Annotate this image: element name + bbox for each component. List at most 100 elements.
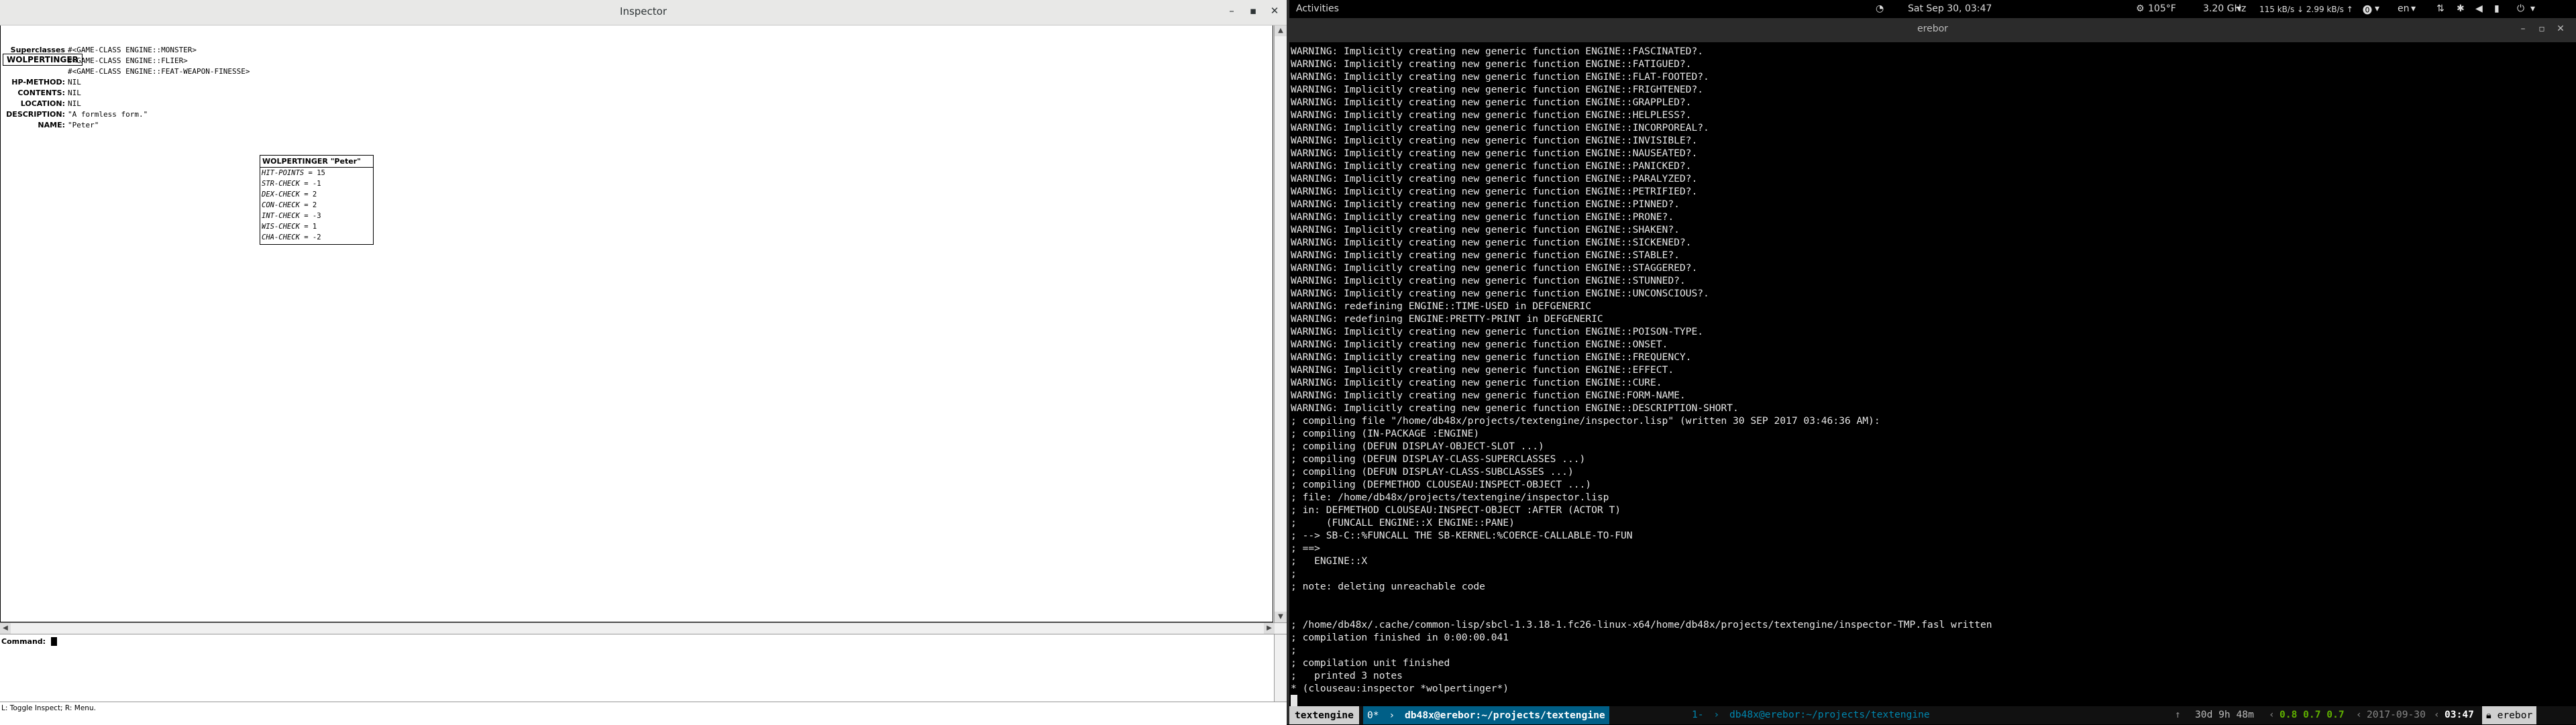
stat-row[interactable]: INT-CHECK = -3 [260,211,373,221]
stat-key: DEX-CHECK [262,190,300,199]
slot-value[interactable]: NIL [68,88,81,99]
slot-description: DESCRIPTION: [1,109,65,120]
tmux-status-bar: textengine 0* › db48x@erebor:~/projects/… [1289,706,2576,724]
terminal-line: WARNING: Implicitly creating new generic… [1291,211,1674,223]
slot-value[interactable]: "A formless form." [68,109,148,120]
terminal-line: WARNING: Implicitly creating new generic… [1291,148,1698,159]
slot-hp-method: HP-METHOD: [1,77,65,88]
slot-value[interactable]: NIL [68,99,81,109]
stat-value: = -3 [304,212,321,220]
inspector-window-title: Inspector [620,5,667,17]
object-stats-popup[interactable]: WOLPERTINGER "Peter" HIT-POINTS = 15 STR… [260,155,374,245]
scroll-right-icon[interactable]: ▶ [1264,623,1275,634]
terminal-line: WARNING: Implicitly creating new generic… [1291,109,1692,121]
terminal-line: WARNING: Implicitly creating new generic… [1291,173,1698,184]
minimize-icon[interactable]: – [1225,5,1238,17]
language-indicator[interactable]: en [2398,3,2410,14]
network-icon[interactable]: ⇅ [2436,3,2445,14]
tmux-window-1[interactable]: 1- › db48x@erebor:~/projects/textengine [1692,709,1930,720]
slot-value[interactable]: "Peter" [68,120,99,131]
terminal-line: WARNING: Implicitly creating new generic… [1291,122,1709,133]
terminal-line: ; /home/db48x/.cache/common-lisp/sbcl-1.… [1291,619,1992,630]
date-time[interactable]: Sat Sep 30, 03:47 [1908,3,1992,14]
slot-key: DESCRIPTION: [6,110,65,119]
stat-key: WIS-CHECK [262,223,300,231]
close-icon[interactable]: ✕ [2555,23,2567,34]
slot-superclasses: Superclasses [1,45,65,56]
inspector-window: Inspector – ▪ ✕ WOLPERTINGER Superclasse… [0,0,1287,725]
stat-row[interactable]: STR-CHECK = -1 [260,178,373,189]
battery-icon[interactable]: ▮ [2494,3,2500,14]
terminal-cursor [1291,695,1297,706]
terminal-output[interactable]: WARNING: Implicitly creating new generic… [1289,42,2576,706]
scroll-left-icon[interactable]: ◀ [0,623,11,634]
power-icon[interactable]: ⏻ [2517,3,2524,14]
stat-row[interactable]: CHA-CHECK = -2 [260,232,373,243]
terminal-line: ; compilation finished in 0:00:00.041 [1291,632,1509,643]
stat-value: = -2 [304,233,321,241]
scroll-down-icon[interactable]: ▼ [1275,612,1287,622]
command-scrollbar[interactable] [1274,634,1287,702]
terminal-line: ; compiling file "/home/db48x/projects/t… [1291,415,1880,427]
minimize-icon[interactable]: – [2517,23,2529,34]
terminal-lines: WARNING: Implicitly creating new generic… [1289,42,2576,695]
inspector-titlebar[interactable]: Inspector – ▪ ✕ [0,0,1287,25]
lock-icon: 🔒︎ [2486,710,2491,721]
terminal-line: ; compiling (DEFUN DISPLAY-OBJECT-SLOT .… [1291,441,1544,452]
superclass-value[interactable]: #<GAME-CLASS ENGINE::FLIER> [68,56,188,66]
bluetooth-icon[interactable]: ✱ [2457,3,2465,14]
stat-value: = 2 [304,201,317,209]
terminal-line: WARNING: Implicitly creating new generic… [1291,351,1692,363]
terminal-line: ; compiling (DEFUN DISPLAY-CLASS-SUPERCL… [1291,453,1586,465]
stat-row[interactable]: DEX-CHECK = 2 [260,189,373,200]
superclass-value[interactable]: #<GAME-CLASS ENGINE::FEAT-WEAPON-FINESSE… [68,66,250,77]
inspector-horizontal-scrollbar[interactable]: ◀ ▶ [0,622,1287,634]
volume-icon[interactable]: ◀ [2475,3,2483,14]
slot-contents: CONTENTS: [1,88,65,99]
stat-row[interactable]: CON-CHECK = 2 [260,200,373,211]
tmux-window-index: 1- [1692,709,1704,720]
stat-key: CON-CHECK [262,201,300,209]
temperature-icon: ⚙ [2136,3,2145,14]
terminal-line: WARNING: Implicitly creating new generic… [1291,249,1680,261]
terminal-line: WARNING: Implicitly creating new generic… [1291,377,1662,388]
slot-value[interactable]: NIL [68,77,81,88]
scroll-up-icon[interactable]: ▲ [1275,25,1287,36]
activities-button[interactable]: Activities [1296,3,1339,14]
cpu-icon: ▾ [2237,3,2242,14]
chevron-left-icon: ‹ [2356,709,2362,720]
command-pane: Command: [0,634,1287,702]
terminal-line: WARNING: Implicitly creating new generic… [1291,186,1698,197]
terminal-line: ; [1291,568,1297,579]
stat-row[interactable]: WIS-CHECK = 1 [260,221,373,232]
terminal-line: WARNING: Implicitly creating new generic… [1291,262,1698,274]
chevron-left-icon: ‹ [2434,709,2440,720]
terminal-line: ; [1291,645,1297,656]
terminal-line: WARNING: Implicitly creating new generic… [1291,275,1686,286]
maximize-icon[interactable]: ▫ [2536,23,2548,34]
tmux-uptime: 30d 9h 48m [2195,709,2254,720]
close-icon[interactable]: ✕ [1268,5,1281,17]
terminal-line: WARNING: Implicitly creating new generic… [1291,390,1686,401]
network-speed[interactable]: 115 kB/s ↓ 2.99 kB/s ↑ [2259,5,2353,14]
inspector-pane[interactable]: WOLPERTINGER Superclasses #<GAME-CLASS E… [0,25,1273,622]
tmux-host: 🔒︎ erebor [2482,706,2537,724]
tmux-window-0[interactable]: 0* › db48x@erebor:~/projects/textengine [1363,706,1609,724]
uptime-icon: ↑ [2175,709,2181,720]
maximize-icon[interactable]: ▪ [1246,5,1260,17]
temperature[interactable]: 105°F [2148,3,2176,14]
terminal-line: WARNING: Implicitly creating new generic… [1291,160,1692,172]
tmux-session-name[interactable]: textengine [1289,706,1359,724]
superclass-value[interactable]: #<GAME-CLASS ENGINE::MONSTER> [68,45,197,56]
terminal-titlebar[interactable]: erebor – ▫ ✕ [1289,18,2576,42]
tmux-load-average: 0.8 0.7 0.7 [2279,709,2345,720]
accessibility-icon[interactable]: ⓿ [2363,3,2372,17]
command-label: Command: [1,637,46,646]
terminal-line: ; compilation unit finished [1291,657,1450,669]
command-input[interactable] [50,636,1193,647]
inspector-vertical-scrollbar[interactable]: ▲ ▼ [1274,25,1287,622]
slot-key: NAME: [38,121,65,129]
stat-row[interactable]: HIT-POINTS = 15 [260,168,373,178]
terminal-line: WARNING: redefining ENGINE::TIME-USED in… [1291,300,1592,312]
